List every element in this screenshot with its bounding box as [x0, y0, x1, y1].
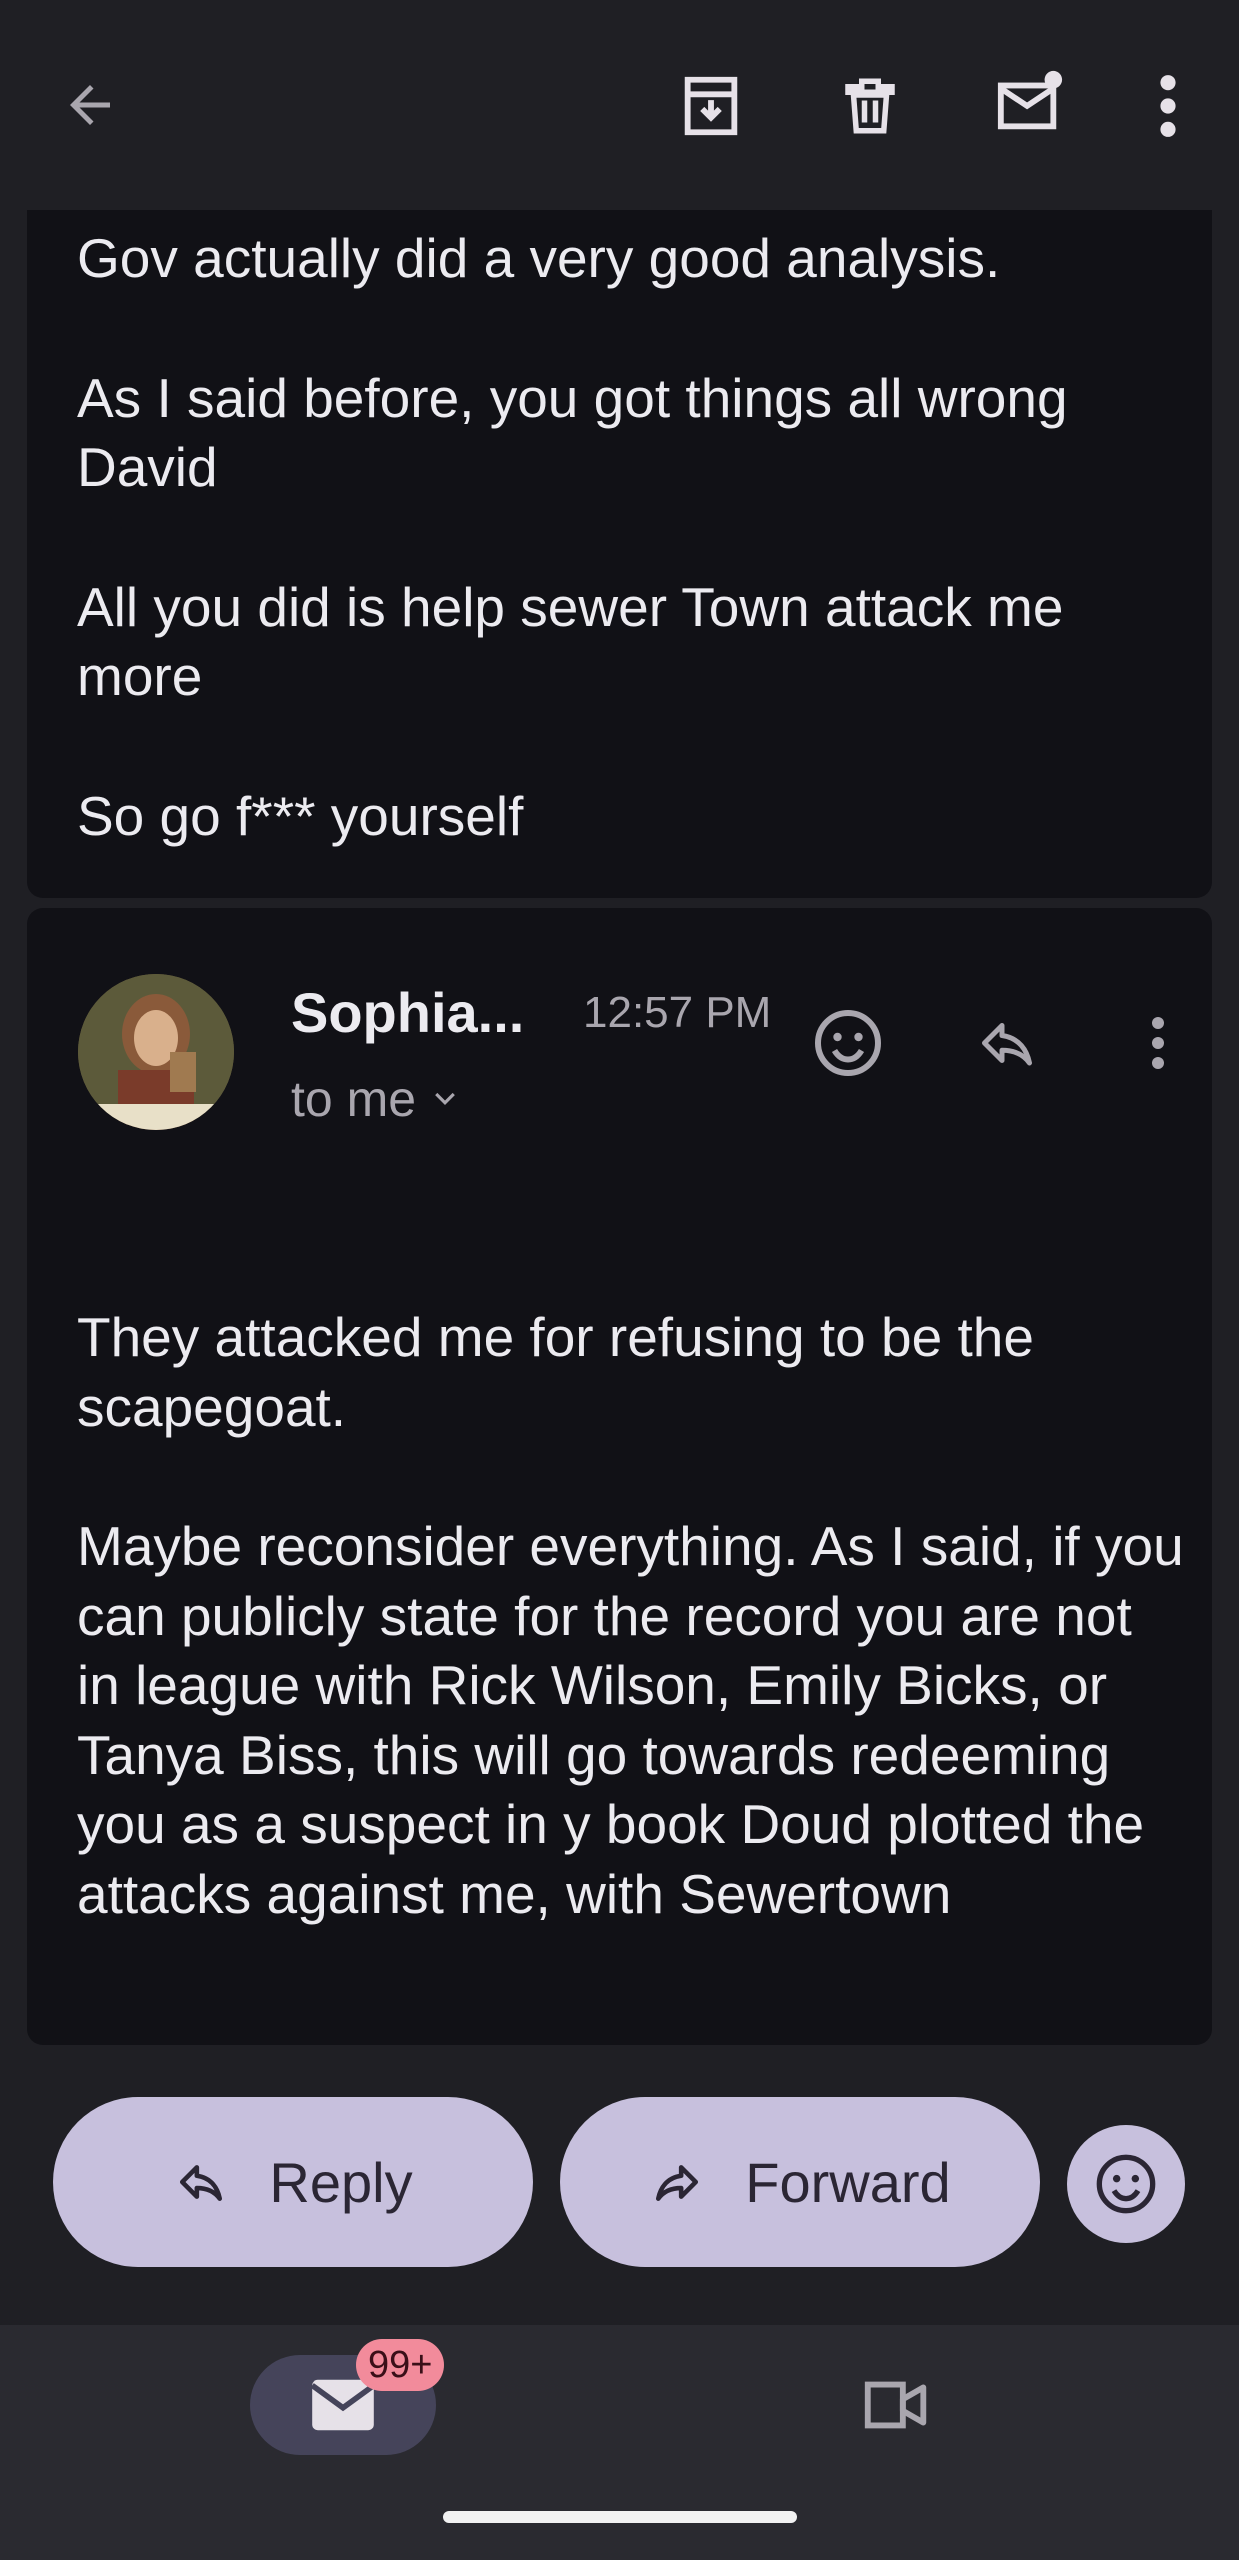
more-vert-icon: [1160, 75, 1176, 137]
reply-button[interactable]: Reply: [53, 2097, 533, 2267]
message-paragraph: Maybe reconsider everything. As I said, …: [77, 1515, 1184, 1925]
forward-icon: [656, 2165, 699, 2201]
message-more-button[interactable]: [1133, 1003, 1183, 1083]
previous-message-card: Gov actually did a very good analysis. A…: [27, 210, 1212, 898]
reply-icon: [180, 2165, 223, 2201]
recipient-label: to me: [291, 1071, 417, 1127]
message-time: 12:57 PM: [583, 988, 772, 1037]
chevron-down-icon: [435, 1092, 455, 1105]
bottom-navigation: 99+: [0, 2325, 1239, 2560]
add-reaction-button[interactable]: [803, 998, 893, 1088]
mail-unread-icon: [997, 70, 1063, 130]
unread-count-badge: 99+: [356, 2339, 445, 2391]
trash-icon: [845, 78, 895, 134]
more-options-button[interactable]: [1140, 65, 1196, 147]
recipient-dropdown[interactable]: to me: [291, 1070, 460, 1128]
archive-icon: [684, 76, 738, 136]
emoji-icon: [1096, 2154, 1156, 2214]
nav-meet-tab[interactable]: [852, 2365, 942, 2445]
message-paragraph: As I said before, you got things all wro…: [77, 366, 1068, 499]
back-button[interactable]: [50, 70, 130, 140]
message-paragraph: All you did is help sewer Town attack me…: [77, 575, 1064, 708]
archive-button[interactable]: [670, 65, 752, 147]
video-camera-icon: [864, 2381, 927, 2429]
message-paragraph: So go f*** yourself: [77, 784, 524, 847]
message-card: Sophia... 12:57 PM to me They attacked m…: [27, 908, 1212, 2045]
mark-unread-button[interactable]: [985, 62, 1075, 144]
react-button[interactable]: [1067, 2125, 1185, 2243]
reply-icon-button[interactable]: [962, 1003, 1052, 1083]
message-paragraph: Gov actually did a very good analysis.: [77, 227, 1001, 289]
more-vert-icon: [1152, 1017, 1164, 1069]
avatar[interactable]: [78, 974, 234, 1130]
forward-button[interactable]: Forward: [560, 2097, 1040, 2267]
reply-label: Reply: [269, 2150, 413, 2214]
top-toolbar: [0, 0, 1239, 210]
forward-label: Forward: [745, 2150, 951, 2214]
home-indicator[interactable]: [443, 2511, 797, 2523]
delete-button[interactable]: [830, 65, 910, 147]
reply-icon: [982, 1023, 1032, 1066]
sender-name[interactable]: Sophia...: [291, 980, 524, 1045]
previous-message-body: Gov actually did a very good analysis. A…: [77, 224, 1187, 921]
emoji-icon: [815, 1010, 881, 1076]
message-body: They attacked me for refusing to be the …: [77, 1303, 1187, 1999]
message-actions: Reply Forward: [0, 2045, 1239, 2325]
arrow-left-icon: [70, 85, 110, 125]
message-paragraph: They attacked me for refusing to be the …: [77, 1306, 1034, 1438]
